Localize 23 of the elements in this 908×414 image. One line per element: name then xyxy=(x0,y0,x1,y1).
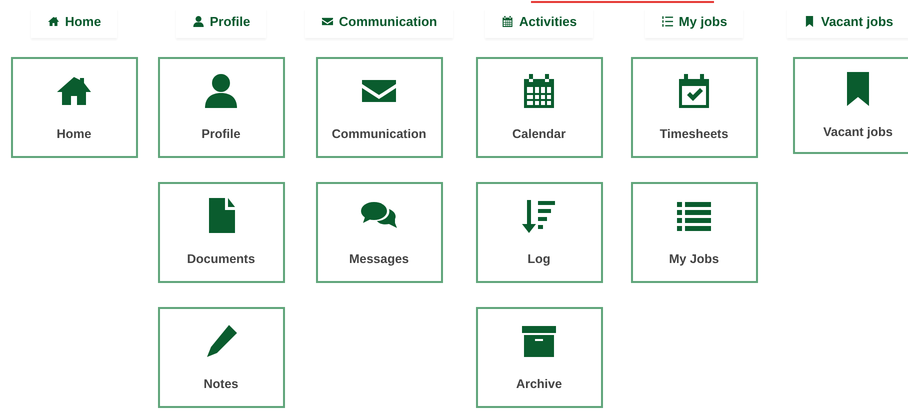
person-icon xyxy=(192,15,205,28)
home-icon xyxy=(46,15,60,28)
menu-tile[interactable]: Calendar xyxy=(476,56,602,158)
calendar-icon xyxy=(501,15,514,28)
menu-tile[interactable]: Communication xyxy=(316,56,442,158)
menu-tile[interactable]: Profile xyxy=(158,56,284,158)
menu-tile[interactable]: Vacant jobs xyxy=(793,56,908,154)
section-tab[interactable]: Vacant jobs xyxy=(787,8,908,38)
menu-tile[interactable]: Log xyxy=(476,182,602,282)
menu-tile[interactable]: My Jobs xyxy=(630,182,758,282)
menu-tile[interactable]: Documents xyxy=(158,182,284,282)
numbered-list-icon xyxy=(660,15,674,28)
menu-tile[interactable]: Timesheets xyxy=(630,56,758,158)
menu-tile[interactable]: Notes xyxy=(158,306,284,408)
section-tab[interactable]: My jobs xyxy=(644,8,744,38)
section-tab[interactable]: Activities xyxy=(485,8,593,38)
section-tab[interactable]: Communication xyxy=(304,8,454,38)
menu-tile[interactable]: Home xyxy=(10,56,138,158)
section-tab[interactable]: Profile xyxy=(176,8,266,38)
menu-tile[interactable]: Archive xyxy=(476,306,602,408)
menu-tile[interactable]: Messages xyxy=(316,182,442,282)
section-tab[interactable]: Home xyxy=(30,8,118,38)
bookmark-icon xyxy=(803,15,816,28)
